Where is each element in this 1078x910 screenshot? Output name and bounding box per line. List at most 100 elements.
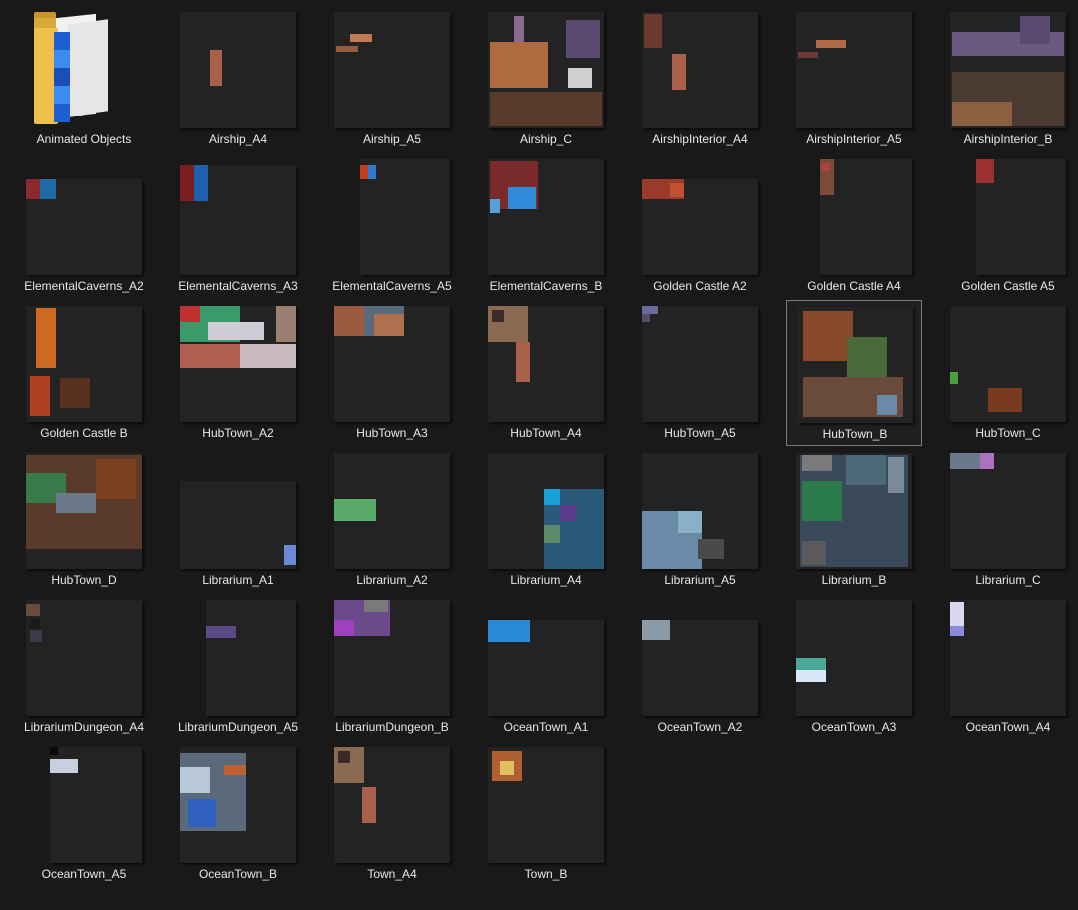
tile-block [642, 620, 670, 640]
tile-block [980, 453, 994, 469]
tile-block [368, 165, 376, 179]
file-item-oceantown-b[interactable]: OceanTown_B [170, 741, 306, 887]
tileset-thumbnail [950, 12, 1066, 128]
tile-block [802, 455, 832, 471]
tile-block [644, 14, 662, 48]
tileset-thumbnail [26, 306, 142, 422]
file-name-label: Airship_A5 [362, 132, 422, 146]
tileset-preview [206, 600, 296, 716]
file-item-golden-castle-a4[interactable]: Golden Castle A4 [786, 153, 922, 299]
file-item-hubtown-a4[interactable]: HubTown_A4 [478, 300, 614, 446]
tile-block [50, 747, 58, 755]
tileset-thumbnail [334, 453, 450, 569]
tileset-thumbnail [642, 600, 758, 716]
tile-block [338, 751, 350, 763]
tile-block [802, 541, 826, 565]
file-item-town-a4[interactable]: Town_A4 [324, 741, 460, 887]
file-item-town-b[interactable]: Town_B [478, 741, 614, 887]
file-item-elementalcaverns-a3[interactable]: ElementalCaverns_A3 [170, 153, 306, 299]
tileset-preview [950, 12, 1066, 128]
tileset-thumbnail [950, 600, 1066, 716]
file-item-airship-a4[interactable]: Airship_A4 [170, 6, 306, 152]
tile-block [678, 511, 702, 533]
file-item-librarium-c[interactable]: Librarium_C [940, 447, 1076, 593]
tile-block [350, 34, 372, 42]
file-name-label: OceanTown_A2 [657, 720, 743, 734]
tile-block [180, 767, 210, 793]
tileset-preview [180, 165, 296, 275]
tileset-preview [950, 600, 1066, 716]
file-item-librarium-a5[interactable]: Librarium_A5 [632, 447, 768, 593]
tile-block [888, 457, 904, 493]
file-name-label: Golden Castle A4 [807, 279, 901, 293]
tileset-thumbnail [642, 12, 758, 128]
tile-block [194, 165, 208, 201]
tile-block [334, 306, 364, 336]
file-item-elementalcaverns-a5[interactable]: ElementalCaverns_A5 [324, 153, 460, 299]
tileset-preview [797, 307, 913, 423]
tileset-preview [50, 747, 142, 863]
file-item-hubtown-d[interactable]: HubTown_D [16, 447, 152, 593]
file-item-golden-castle-a2[interactable]: Golden Castle A2 [632, 153, 768, 299]
file-item-airship-a5[interactable]: Airship_A5 [324, 6, 460, 152]
file-item-librariumdungeon-a4[interactable]: LibrariumDungeon_A4 [16, 594, 152, 740]
file-item-airshipinterior-a5[interactable]: AirshipInterior_A5 [786, 6, 922, 152]
file-item-oceantown-a1[interactable]: OceanTown_A1 [478, 594, 614, 740]
file-item-hubtown-a5[interactable]: HubTown_A5 [632, 300, 768, 446]
file-item-librariumdungeon-a5[interactable]: LibrariumDungeon_A5 [170, 594, 306, 740]
file-item-librarium-a2[interactable]: Librarium_A2 [324, 447, 460, 593]
tileset-preview [26, 179, 142, 275]
tileset-thumbnail [950, 159, 1066, 275]
file-name-label: Librarium_A5 [664, 573, 736, 587]
file-name-label: LibrariumDungeon_B [335, 720, 449, 734]
file-item-librarium-a1[interactable]: Librarium_A1 [170, 447, 306, 593]
file-item-librariumdungeon-b[interactable]: LibrariumDungeon_B [324, 594, 460, 740]
file-item-golden-castle-a5[interactable]: Golden Castle A5 [940, 153, 1076, 299]
file-item-airship-c[interactable]: Airship_C [478, 6, 614, 152]
tileset-preview [820, 159, 912, 275]
tileset-thumbnail [26, 453, 142, 569]
tileset-thumbnail [26, 600, 142, 716]
tile-block [26, 179, 40, 199]
file-name-label: LibrariumDungeon_A4 [23, 720, 145, 734]
tileset-thumbnail [796, 453, 912, 569]
file-item-librarium-b[interactable]: Librarium_B [786, 447, 922, 593]
file-name-label: Airship_A4 [208, 132, 268, 146]
file-item-animated-objects[interactable]: Animated Objects [16, 6, 152, 152]
tileset-preview [180, 747, 296, 863]
file-name-label: OceanTown_A1 [503, 720, 589, 734]
tile-block [374, 314, 404, 336]
file-name-label: OceanTown_B [198, 867, 278, 881]
file-item-elementalcaverns-b[interactable]: ElementalCaverns_B [478, 153, 614, 299]
tileset-preview [334, 12, 450, 128]
file-item-golden-castle-b[interactable]: Golden Castle B [16, 300, 152, 446]
file-item-librarium-a4[interactable]: Librarium_A4 [478, 447, 614, 593]
tile-block [642, 314, 650, 322]
tile-block [26, 604, 40, 616]
tile-block [36, 308, 56, 368]
tile-block [950, 626, 964, 636]
file-item-oceantown-a2[interactable]: OceanTown_A2 [632, 594, 768, 740]
tile-block [950, 372, 958, 384]
file-item-oceantown-a4[interactable]: OceanTown_A4 [940, 594, 1076, 740]
tileset-thumbnail [488, 747, 604, 863]
tileset-preview [488, 12, 604, 128]
file-item-hubtown-c[interactable]: HubTown_C [940, 300, 1076, 446]
tile-block [276, 306, 296, 342]
file-item-airshipinterior-b[interactable]: AirshipInterior_B [940, 6, 1076, 152]
file-item-airshipinterior-a4[interactable]: AirshipInterior_A4 [632, 6, 768, 152]
file-item-hubtown-b[interactable]: HubTown_B [786, 300, 922, 446]
tileset-preview [180, 12, 296, 128]
file-item-hubtown-a2[interactable]: HubTown_A2 [170, 300, 306, 446]
file-item-oceantown-a3[interactable]: OceanTown_A3 [786, 594, 922, 740]
tileset-thumbnail [180, 159, 296, 275]
tileset-preview [360, 159, 450, 275]
tileset-thumbnail [334, 12, 450, 128]
file-name-label: Town_A4 [367, 867, 417, 881]
file-name-label: LibrariumDungeon_A5 [177, 720, 299, 734]
file-item-elementalcaverns-a2[interactable]: ElementalCaverns_A2 [16, 153, 152, 299]
file-item-hubtown-a3[interactable]: HubTown_A3 [324, 300, 460, 446]
tile-block [544, 489, 560, 505]
file-name-label: ElementalCaverns_A2 [24, 279, 144, 293]
file-item-oceantown-a5[interactable]: OceanTown_A5 [16, 741, 152, 887]
